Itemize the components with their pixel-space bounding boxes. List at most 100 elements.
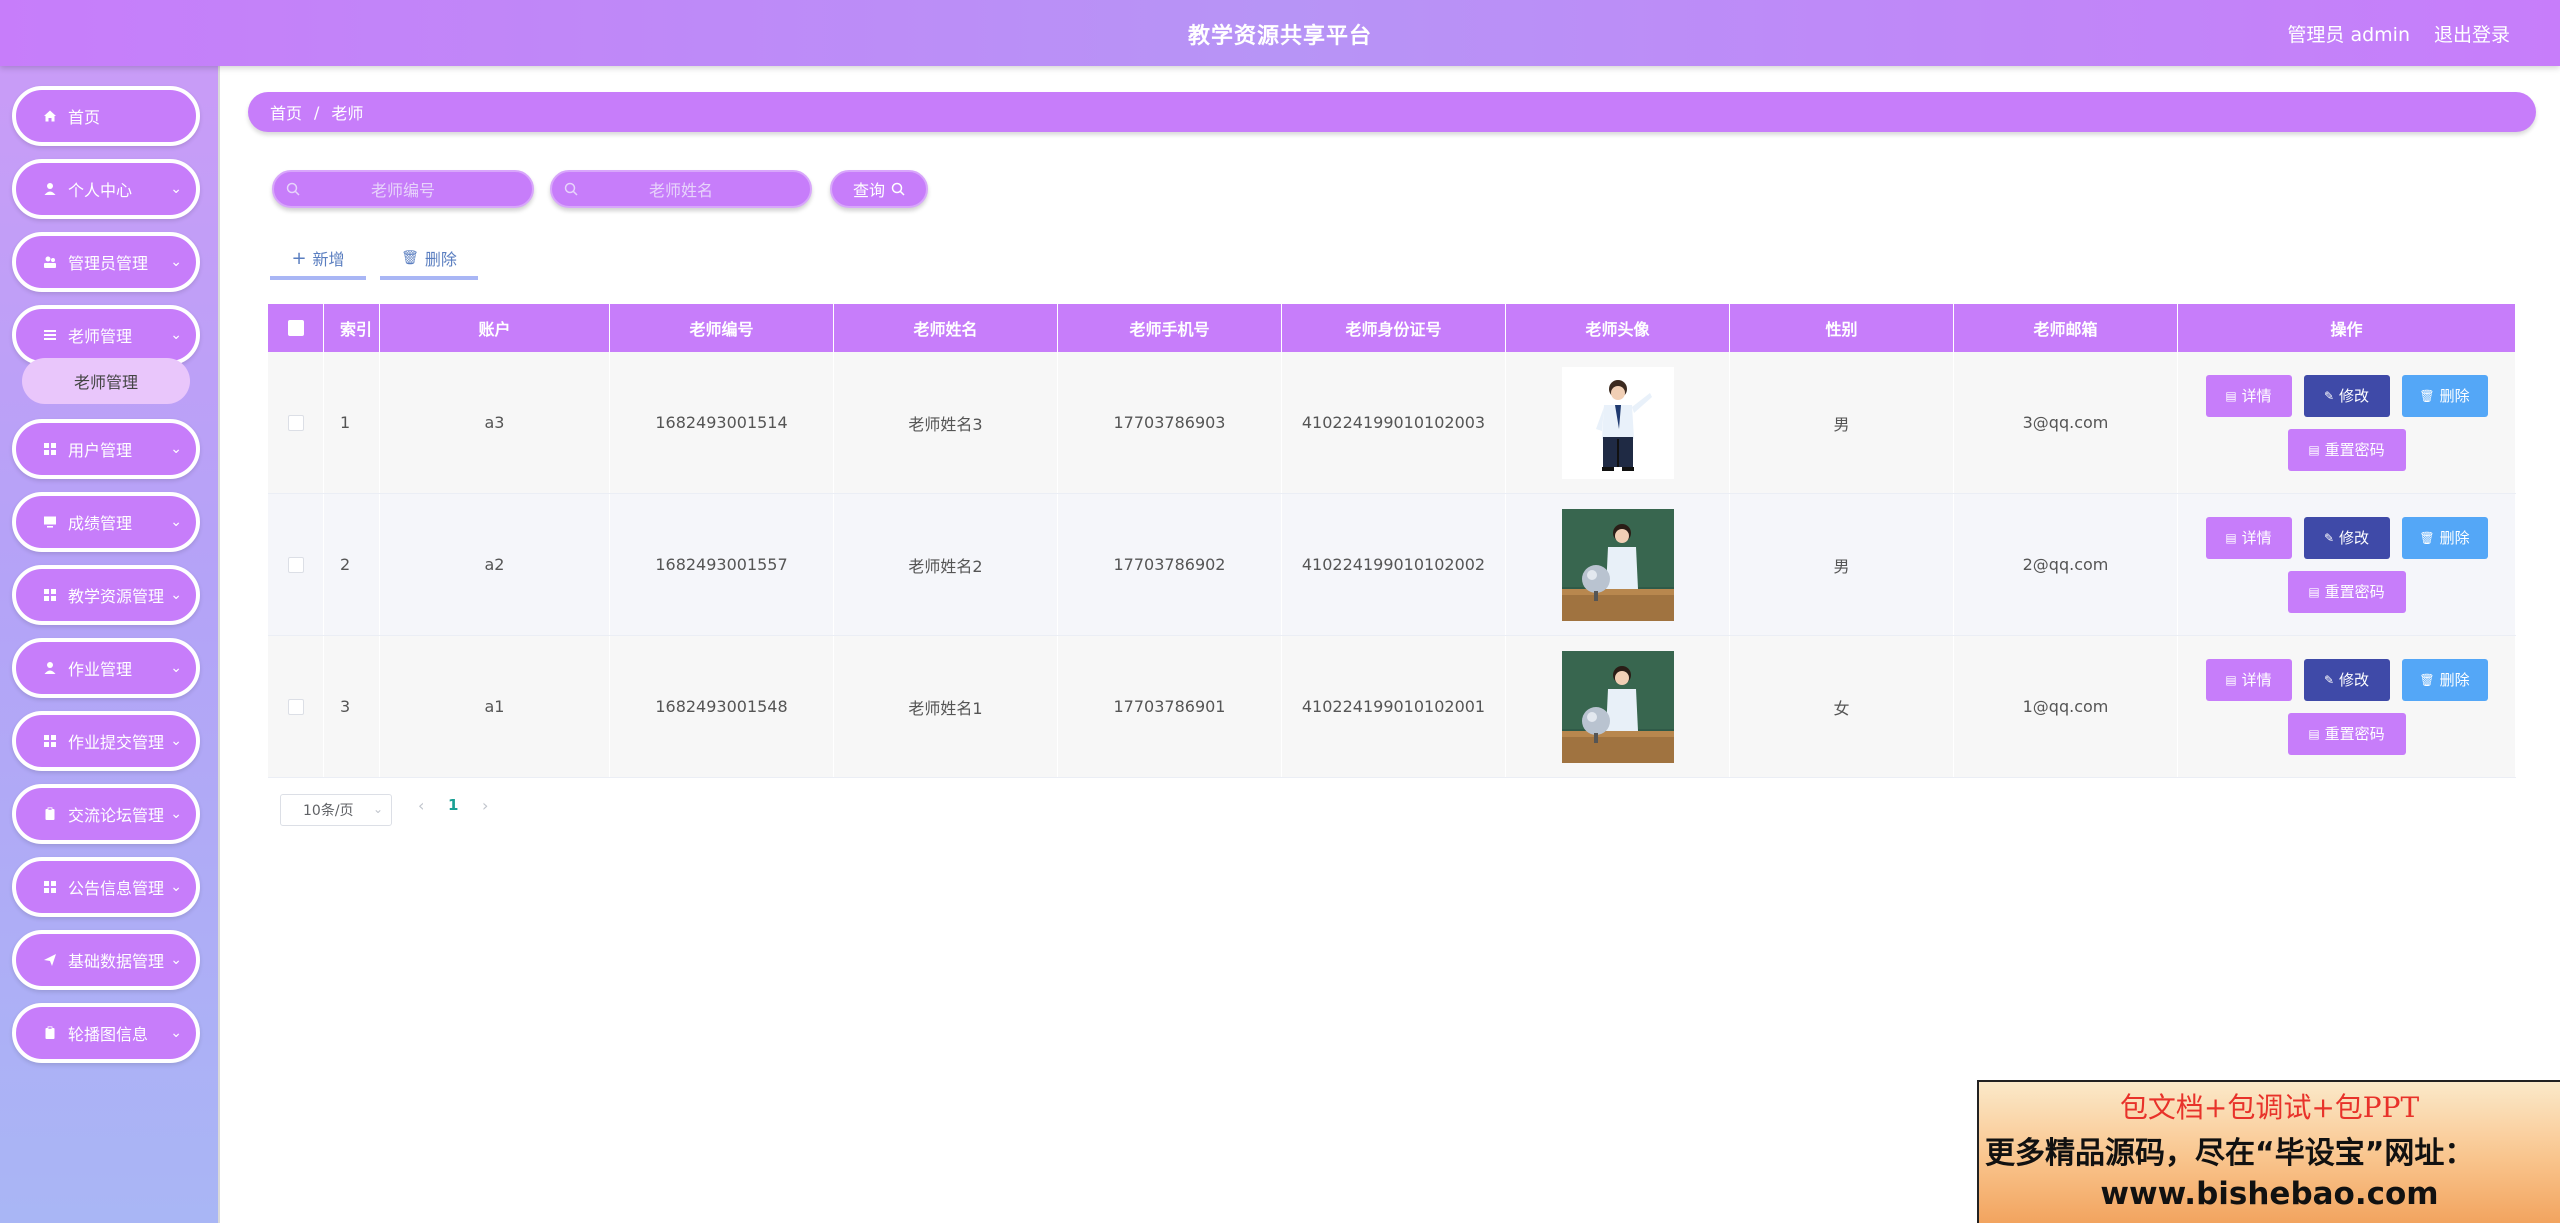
page-size-select[interactable]: 10条/页 ⌄ xyxy=(280,794,392,826)
cell-teacher-phone: 17703786903 xyxy=(1058,352,1282,493)
cell-index: 2 xyxy=(324,494,380,635)
add-button[interactable]: + 新增 xyxy=(270,240,366,280)
sidebar-item-6[interactable]: 教学资源管理 ⌄ xyxy=(12,565,200,625)
chevron-down-icon: ⌄ xyxy=(170,660,182,676)
add-label: 新增 xyxy=(312,250,345,269)
reset-password-label: 重置密码 xyxy=(2324,441,2385,459)
sidebar-item-8[interactable]: 作业提交管理 ⌄ xyxy=(12,711,200,771)
submenu-item-teacher-management[interactable]: 老师管理 xyxy=(22,358,190,404)
list-icon xyxy=(42,327,58,343)
sidebar-item-10[interactable]: 公告信息管理 ⌄ xyxy=(12,857,200,917)
edit-button[interactable]: ✎ 修改 xyxy=(2303,658,2390,701)
edit-button[interactable]: ✎ 修改 xyxy=(2303,374,2390,417)
detail-button[interactable]: ▤ 详情 xyxy=(2205,516,2292,559)
cell-teacher-phone: 17703786901 xyxy=(1058,636,1282,777)
sidebar-item-1[interactable]: 个人中心 ⌄ xyxy=(12,159,200,219)
row-actions: ▤ 详情 ✎ 修改 🗑 删除 xyxy=(2205,374,2488,417)
chevron-down-icon: ⌄ xyxy=(372,802,383,816)
sidebar-item-2[interactable]: 管理员管理 ⌄ xyxy=(12,232,200,292)
breadcrumb-current: 老师 xyxy=(331,104,364,123)
row-checkbox-cell xyxy=(268,636,324,777)
cell-teacher-avatar xyxy=(1506,636,1730,777)
row-checkbox[interactable] xyxy=(287,698,304,715)
query-button[interactable]: 查询 xyxy=(830,170,928,208)
header-account: 账户 xyxy=(380,304,610,352)
chevron-down-icon: ⌄ xyxy=(170,441,182,457)
cell-gender: 男 xyxy=(1730,494,1954,635)
sidebar-item-label: 教学资源管理 xyxy=(68,587,165,606)
chevron-down-icon: ⌄ xyxy=(170,514,182,530)
page-number-current[interactable]: 1 xyxy=(448,796,458,814)
batch-delete-button[interactable]: 🗑 删除 xyxy=(380,240,478,280)
header-teacher-no: 老师编号 xyxy=(610,304,834,352)
sidebar-item-5[interactable]: 成绩管理 ⌄ xyxy=(12,492,200,552)
header-teacher-email: 老师邮箱 xyxy=(1954,304,2178,352)
header-index: 索引 xyxy=(324,304,380,352)
row-checkbox[interactable] xyxy=(287,556,304,573)
reset-password-button[interactable]: ▤ 重置密码 xyxy=(2287,712,2406,755)
promo-banner: 包文档+包调试+包PPT 更多精品源码，尽在“毕设宝”网址： www.bishe… xyxy=(1977,1080,2560,1223)
sidebar-item-4[interactable]: 用户管理 ⌄ xyxy=(12,419,200,479)
sidebar-item-label: 作业管理 xyxy=(68,660,133,679)
document-icon: ▤ xyxy=(2308,584,2320,599)
delete-label: 删除 xyxy=(424,250,457,269)
cell-teacher-id-card: 410224199010102002 xyxy=(1282,494,1506,635)
delete-button[interactable]: 🗑 删除 xyxy=(2401,374,2488,417)
teacher-name-search-input[interactable]: 老师姓名 xyxy=(550,170,812,208)
document-icon: ▤ xyxy=(2225,672,2237,687)
pencil-icon: ✎ xyxy=(2323,672,2335,687)
detail-button-label: 详情 xyxy=(2241,387,2272,405)
document-icon: ▤ xyxy=(2308,442,2320,457)
reset-password-label: 重置密码 xyxy=(2324,583,2385,601)
edit-button[interactable]: ✎ 修改 xyxy=(2303,516,2390,559)
sidebar-item-label: 基础数据管理 xyxy=(68,952,165,971)
reset-password-button[interactable]: ▤ 重置密码 xyxy=(2287,428,2406,471)
trash-icon: 🗑 xyxy=(2419,530,2435,545)
sidebar-item-9[interactable]: 交流论坛管理 ⌄ xyxy=(12,784,200,844)
cell-teacher-name: 老师姓名3 xyxy=(834,352,1058,493)
admin-user-label: 管理员 admin xyxy=(2287,24,2410,46)
teacher-no-search-input[interactable]: 老师编号 xyxy=(272,170,534,208)
cell-teacher-id-card: 410224199010102003 xyxy=(1282,352,1506,493)
logout-link[interactable]: 退出登录 xyxy=(2434,20,2510,47)
teacher-avatar-image xyxy=(1561,508,1674,621)
sidebar-item-0[interactable]: 首页 xyxy=(12,86,200,146)
sidebar-item-label: 首页 xyxy=(68,108,101,127)
cell-teacher-no: 1682493001548 xyxy=(610,636,834,777)
delete-button[interactable]: 🗑 删除 xyxy=(2401,516,2488,559)
promo-line-1: 包文档+包调试+包PPT xyxy=(2119,1091,2420,1124)
teacher-table: 索引 账户 老师编号 老师姓名 老师手机号 老师身份证号 老师头像 性别 老师邮… xyxy=(268,304,2516,778)
teacher-name-placeholder: 老师姓名 xyxy=(648,181,713,200)
cell-teacher-avatar xyxy=(1506,494,1730,635)
sidebar-item-3[interactable]: 老师管理 ⌄ xyxy=(12,305,200,365)
row-actions: ▤ 详情 ✎ 修改 🗑 删除 xyxy=(2205,658,2488,701)
cell-gender: 女 xyxy=(1730,636,1954,777)
sidebar-item-label: 公告信息管理 xyxy=(68,879,165,898)
table-body: 1 a3 1682493001514 老师姓名3 17703786903 41022419… xyxy=(268,352,2516,778)
row-checkbox[interactable] xyxy=(287,414,304,431)
header-gender: 性别 xyxy=(1730,304,1954,352)
sidebar-item-11[interactable]: 基础数据管理 ⌄ xyxy=(12,930,200,990)
monitor-icon xyxy=(42,514,58,530)
prev-page-button[interactable]: ‹ xyxy=(418,796,424,815)
cell-operations: ▤ 详情 ✎ 修改 🗑 删除 ▤ 重置密码 xyxy=(2178,636,2516,777)
breadcrumb-home[interactable]: 首页 xyxy=(270,100,302,124)
sidebar-item-12[interactable]: 轮播图信息 ⌄ xyxy=(12,1003,200,1063)
select-all-checkbox[interactable] xyxy=(287,320,304,336)
chevron-down-icon: ⌄ xyxy=(170,1025,182,1041)
chevron-down-icon: ⌄ xyxy=(170,952,182,968)
breadcrumb: 首页 / 老师 xyxy=(248,92,2536,132)
delete-button[interactable]: 🗑 删除 xyxy=(2401,658,2488,701)
trash-icon: 🗑 xyxy=(401,250,419,266)
search-icon xyxy=(286,182,300,196)
grid-icon xyxy=(42,587,58,603)
detail-button-label: 详情 xyxy=(2241,671,2272,689)
detail-button[interactable]: ▤ 详情 xyxy=(2205,658,2292,701)
sidebar-item-7[interactable]: 作业管理 ⌄ xyxy=(12,638,200,698)
reset-password-button[interactable]: ▤ 重置密码 xyxy=(2287,570,2406,613)
cell-teacher-email: 3@qq.com xyxy=(1954,352,2178,493)
next-page-button[interactable]: › xyxy=(482,796,488,815)
chevron-down-icon: ⌄ xyxy=(170,587,182,603)
user-icon xyxy=(42,181,58,197)
detail-button[interactable]: ▤ 详情 xyxy=(2205,374,2292,417)
